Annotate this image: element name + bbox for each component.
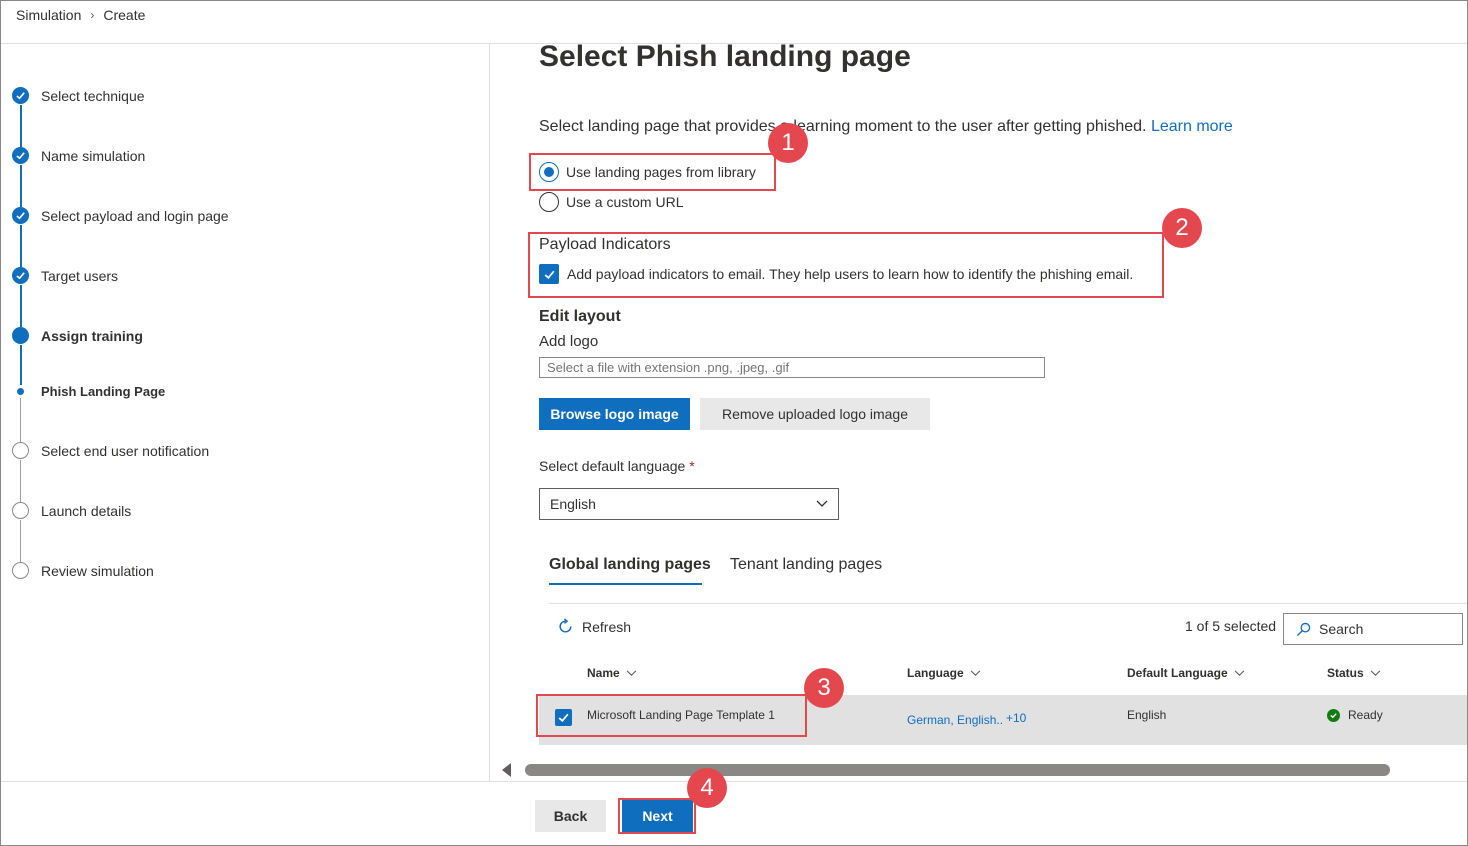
step-connector xyxy=(20,398,21,442)
step-connector xyxy=(20,105,22,147)
step-launch-details[interactable]: Launch details xyxy=(12,502,131,519)
annotation-highlight-2 xyxy=(528,232,1164,298)
row-languages-more[interactable]: +10 xyxy=(1006,711,1026,725)
active-tab-indicator xyxy=(549,583,702,585)
empty-circle-icon xyxy=(12,442,29,459)
default-language-dropdown[interactable]: English xyxy=(539,488,839,520)
step-connector xyxy=(20,165,22,207)
required-asterisk: * xyxy=(689,458,695,474)
tab-tenant-landing-pages[interactable]: Tenant landing pages xyxy=(730,556,882,574)
step-connector xyxy=(20,520,21,562)
empty-circle-icon xyxy=(12,502,29,519)
annotation-badge-4: 4 xyxy=(687,768,727,808)
breadcrumb-simulation[interactable]: Simulation xyxy=(16,7,81,23)
selection-count: 1 of 5 selected xyxy=(1185,618,1277,634)
horizontal-scrollbar[interactable] xyxy=(525,764,1390,776)
page-title: Select Phish landing page xyxy=(539,40,911,73)
chevron-down-icon xyxy=(626,669,636,676)
breadcrumb: Simulation › Create xyxy=(16,7,145,23)
row-status: Ready xyxy=(1327,708,1383,723)
row-languages[interactable]: German, English.. xyxy=(907,713,1003,727)
chevron-down-icon xyxy=(1370,669,1380,676)
column-header-language[interactable]: Language xyxy=(907,666,981,680)
tabs-divider xyxy=(549,603,1467,604)
step-review-simulation[interactable]: Review simulation xyxy=(12,562,154,579)
step-connector xyxy=(20,345,22,385)
breadcrumb-create: Create xyxy=(103,7,146,23)
checkmark-icon xyxy=(12,207,29,224)
chevron-down-icon xyxy=(1234,669,1244,676)
checkmark-icon xyxy=(12,267,29,284)
empty-circle-icon xyxy=(12,562,29,579)
row-default-language: English xyxy=(1127,708,1167,722)
annotation-highlight-4 xyxy=(618,798,696,834)
step-connector xyxy=(20,285,22,327)
annotation-badge-2: 2 xyxy=(1162,208,1202,248)
default-language-label: Select default language * xyxy=(539,458,695,474)
step-phish-landing-page[interactable]: Phish Landing Page xyxy=(12,384,165,399)
column-header-status[interactable]: Status xyxy=(1327,666,1381,680)
browse-logo-button[interactable]: Browse logo image xyxy=(539,398,690,430)
step-connector xyxy=(20,460,21,502)
remove-logo-button[interactable]: Remove uploaded logo image xyxy=(700,398,930,430)
search-input[interactable]: Search xyxy=(1283,613,1463,645)
column-header-default-language[interactable]: Default Language xyxy=(1127,666,1245,680)
current-step-dot-icon xyxy=(12,327,29,344)
annotation-highlight-3 xyxy=(536,694,807,737)
annotation-badge-3: 3 xyxy=(804,668,844,708)
chevron-down-icon xyxy=(816,500,828,507)
chevron-right-icon: › xyxy=(90,8,95,22)
annotation-highlight-1 xyxy=(529,153,776,191)
page-description: Select landing page that provides a lear… xyxy=(539,118,1233,135)
step-assign-training[interactable]: Assign training xyxy=(12,327,143,344)
check-circle-icon xyxy=(1327,709,1340,723)
radio-empty-icon[interactable] xyxy=(539,192,559,212)
tab-global-landing-pages[interactable]: Global landing pages xyxy=(549,556,711,574)
annotation-badge-1: 1 xyxy=(768,123,808,163)
step-end-user-notification[interactable]: Select end user notification xyxy=(12,442,209,459)
step-target-users[interactable]: Target users xyxy=(12,267,118,284)
back-button[interactable]: Back xyxy=(535,800,606,832)
checkmark-icon xyxy=(12,147,29,164)
search-icon xyxy=(1296,622,1311,636)
edit-layout-heading: Edit layout xyxy=(539,308,621,325)
chevron-down-icon xyxy=(970,669,980,676)
refresh-icon xyxy=(559,618,572,633)
substep-dot-icon xyxy=(17,388,24,395)
step-name-simulation[interactable]: Name simulation xyxy=(12,147,145,164)
scroll-left-arrow-icon[interactable] xyxy=(502,763,511,777)
refresh-button[interactable]: Refresh xyxy=(557,618,631,635)
checkmark-icon xyxy=(12,87,29,104)
step-select-payload[interactable]: Select payload and login page xyxy=(12,207,229,224)
column-header-name[interactable]: Name xyxy=(587,666,637,680)
learn-more-link[interactable]: Learn more xyxy=(1151,118,1233,135)
add-logo-label: Add logo xyxy=(539,333,599,350)
footer-divider xyxy=(1,781,1467,782)
logo-file-input[interactable] xyxy=(539,357,1045,378)
step-select-technique[interactable]: Select technique xyxy=(12,87,145,104)
radio-custom-url[interactable]: Use a custom URL xyxy=(539,192,683,212)
step-connector xyxy=(20,225,22,267)
